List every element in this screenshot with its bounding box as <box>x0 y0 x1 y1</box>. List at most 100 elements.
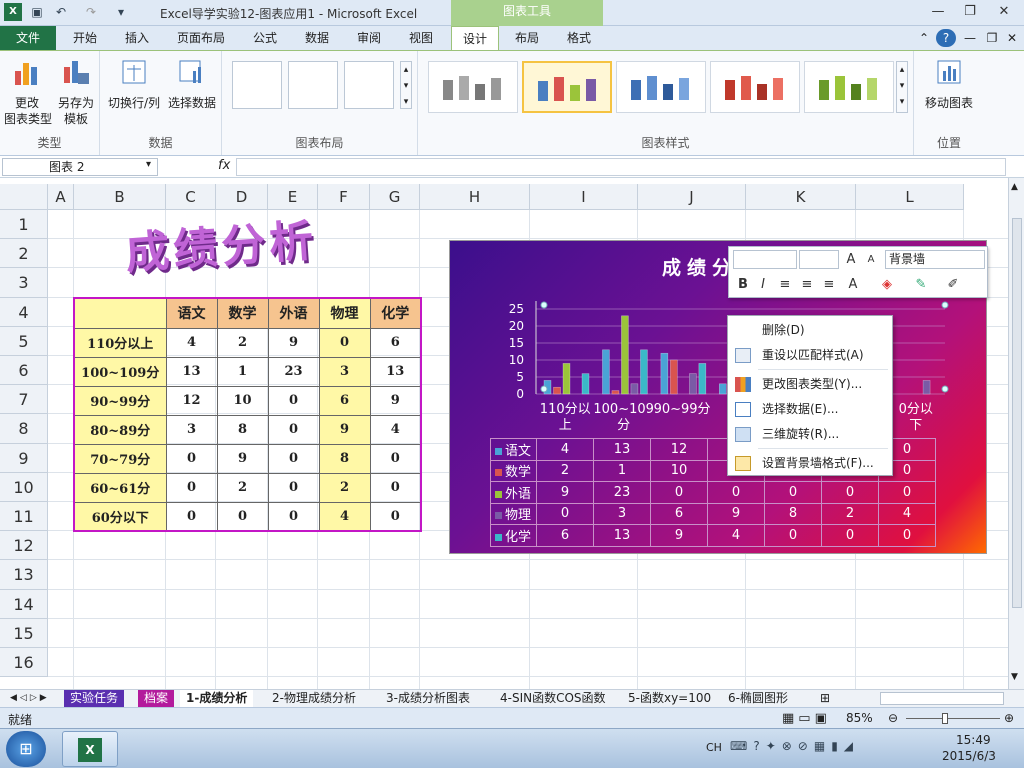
row-header-6[interactable]: 6 <box>0 356 48 386</box>
sheet-tab-4[interactable]: 2-物理成绩分析 <box>266 690 362 707</box>
value-cell[interactable]: 8 <box>216 414 269 445</box>
start-button[interactable]: ⊞ <box>6 731 46 767</box>
close-doc-button[interactable]: ✕ <box>1004 26 1020 50</box>
table-corner-cell[interactable] <box>73 297 167 329</box>
help-icon[interactable]: ? <box>936 29 956 47</box>
zoom-slider[interactable] <box>906 718 1000 719</box>
zoom-level[interactable]: 85% <box>846 711 873 725</box>
series-name-cell[interactable]: 数学 <box>490 459 537 482</box>
style-gray[interactable] <box>428 61 518 113</box>
chart-table-cell[interactable]: 6 <box>536 524 594 547</box>
collapse-ribbon-icon[interactable]: ⌃ <box>916 26 932 50</box>
value-cell[interactable]: 0 <box>369 472 422 503</box>
select-all-corner[interactable] <box>0 184 48 210</box>
selection-handle[interactable] <box>941 385 949 393</box>
value-cell[interactable]: 0 <box>267 501 320 532</box>
tab-page-layout[interactable]: 页面布局 <box>170 26 232 50</box>
column-header-J[interactable]: J <box>638 184 746 210</box>
align-right-icon[interactable]: ≡ <box>819 275 839 295</box>
font-color-icon[interactable]: A <box>843 275 863 295</box>
italic-icon[interactable]: I <box>753 275 773 295</box>
restore-button[interactable]: ❐ <box>956 2 984 22</box>
chart-table-cell[interactable]: 8 <box>764 502 822 525</box>
chart-table-cell[interactable]: 0 <box>878 481 936 504</box>
series-name-cell[interactable]: 语文 <box>490 438 537 461</box>
name-box[interactable]: 图表 2 <box>2 158 158 176</box>
scroll-thumb[interactable] <box>1012 218 1022 608</box>
value-cell[interactable]: 13 <box>165 356 218 387</box>
excel-app-icon[interactable]: X <box>4 3 22 21</box>
tab-file[interactable]: 文件 <box>0 26 56 50</box>
value-cell[interactable]: 0 <box>369 443 422 474</box>
align-center-icon[interactable]: ≡ <box>797 275 817 295</box>
vertical-scrollbar[interactable]: ▲ ▼ <box>1008 178 1024 689</box>
column-header-C[interactable]: C <box>166 184 216 210</box>
excel-taskbar-button[interactable]: X <box>62 731 118 767</box>
bar-数学-2[interactable] <box>670 359 678 395</box>
value-cell[interactable]: 9 <box>267 327 320 358</box>
row-header-3[interactable]: 3 <box>0 268 48 298</box>
row-header-14[interactable]: 14 <box>0 589 48 619</box>
fx-icon[interactable]: fx <box>218 158 230 173</box>
column-header-A[interactable]: A <box>48 184 74 210</box>
chart-table-cell[interactable]: 10 <box>650 459 708 482</box>
menu-format-back-wall[interactable]: 设置背景墙格式(F)... <box>728 451 892 476</box>
row-header-13[interactable]: 13 <box>0 560 48 590</box>
tab-formulas[interactable]: 公式 <box>244 26 286 50</box>
zoom-slider-thumb[interactable] <box>942 713 948 724</box>
row-header-15[interactable]: 15 <box>0 618 48 648</box>
redo-icon[interactable]: ↷ <box>82 3 100 21</box>
column-header-H[interactable]: H <box>420 184 530 210</box>
value-cell[interactable]: 0 <box>216 501 269 532</box>
bar-语文-3[interactable] <box>719 383 727 395</box>
tab-view[interactable]: 视图 <box>400 26 442 50</box>
zoom-in-icon[interactable]: ⊕ <box>1004 711 1014 725</box>
row-label-cell[interactable]: 100~109分 <box>73 356 167 387</box>
bar-数学-1[interactable] <box>611 390 620 395</box>
tab-review[interactable]: 审阅 <box>348 26 390 50</box>
series-name-cell[interactable]: 物理 <box>490 502 537 525</box>
save-icon[interactable]: ▣ <box>28 3 46 21</box>
chart-table-cell[interactable]: 4 <box>878 502 936 525</box>
column-header-D[interactable]: D <box>216 184 268 210</box>
column-header-F[interactable]: F <box>318 184 370 210</box>
selection-handle[interactable] <box>540 301 548 309</box>
shrink-font-icon[interactable]: A <box>861 250 881 270</box>
row-header-8[interactable]: 8 <box>0 414 48 444</box>
scroll-down-icon[interactable]: ▼ <box>1011 672 1018 682</box>
chart-element-selector[interactable]: 背景墙 <box>885 250 985 269</box>
bar-物理-1[interactable] <box>630 383 639 395</box>
sheet-tab-3[interactable]: 1-成绩分析 <box>180 690 254 707</box>
value-cell[interactable]: 0 <box>369 501 422 532</box>
row-header-2[interactable]: 2 <box>0 239 48 269</box>
tab-insert[interactable]: 插入 <box>114 26 160 50</box>
style-red[interactable] <box>710 61 800 113</box>
chart-table-cell[interactable]: 0 <box>821 481 879 504</box>
chart-table-cell[interactable]: 0 <box>707 481 765 504</box>
chart-table-cell[interactable]: 9 <box>650 524 708 547</box>
chart-table-cell[interactable]: 4 <box>536 438 594 461</box>
scroll-up-icon[interactable]: ▲ <box>1011 182 1018 192</box>
chart-table-cell[interactable]: 0 <box>764 481 822 504</box>
layout-thumb-3[interactable] <box>344 61 394 109</box>
value-cell[interactable]: 4 <box>318 501 371 532</box>
value-cell[interactable]: 23 <box>267 356 320 387</box>
column-header-G[interactable]: G <box>370 184 420 210</box>
chart-table-cell[interactable]: 0 <box>878 524 936 547</box>
row-header-5[interactable]: 5 <box>0 326 48 356</box>
chart-table-cell[interactable]: 13 <box>593 524 651 547</box>
sheet-tab-8[interactable]: 6-椭圆图形 <box>722 690 794 707</box>
chart-table-cell[interactable]: 23 <box>593 481 651 504</box>
chart-table-cell[interactable]: 0 <box>650 481 708 504</box>
style-green[interactable] <box>804 61 894 113</box>
row-header-16[interactable]: 16 <box>0 648 48 678</box>
sheet-nav-icon[interactable]: ◀◁▷▶ <box>4 690 56 707</box>
value-cell[interactable]: 2 <box>216 472 269 503</box>
tab-design[interactable]: 设计 <box>451 26 499 51</box>
bar-化学-1[interactable] <box>640 349 648 395</box>
table-header-cell[interactable]: 物理 <box>318 297 371 329</box>
value-cell[interactable]: 8 <box>318 443 371 474</box>
bar-化学-2[interactable] <box>698 363 707 395</box>
value-cell[interactable]: 2 <box>216 327 269 358</box>
value-cell[interactable]: 9 <box>318 414 371 445</box>
